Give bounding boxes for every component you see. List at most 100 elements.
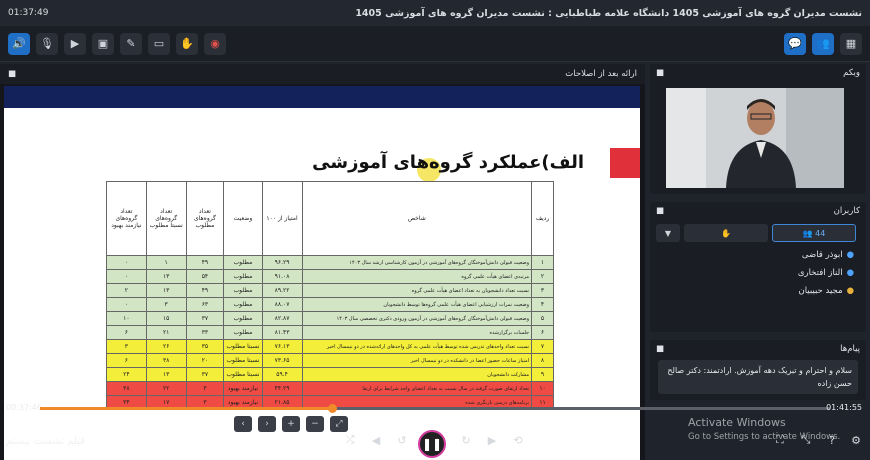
count-poor-cell: ۱۰: [106, 311, 147, 326]
indicator-cell: وضعیت قبولی دانش‌آموختگان گروه‌های آموزش…: [301, 255, 533, 270]
webcam-video: [666, 88, 844, 188]
row-number: ۵: [531, 311, 554, 326]
pen-icon[interactable]: ✎: [120, 32, 142, 55]
row-number: ۶: [531, 325, 554, 340]
raised-hands-tab[interactable]: ✋: [684, 224, 768, 242]
zoom-out-icon[interactable]: −: [306, 416, 324, 432]
user-name: ابوذر قاضی: [801, 250, 843, 260]
score-cell: ۸۸.۰۷: [261, 297, 303, 312]
header-score: امتیاز از ۱۰۰: [261, 181, 303, 256]
user-item[interactable]: ابوذر قاضی ●: [650, 246, 866, 264]
hand-icon: ✋: [721, 228, 731, 238]
indicator-cell: وضعیت نمرات ارزشیابی اعضای هیأت علمی گرو…: [301, 297, 533, 312]
pause-button[interactable]: ❚❚: [418, 430, 446, 458]
filter-icon[interactable]: ▼: [656, 224, 680, 242]
mic-muted-icon[interactable]: 🎙: [36, 32, 58, 55]
skip-forward-icon[interactable]: ▶: [482, 430, 502, 450]
table-row: ۷ نسبت تعداد واحدهای تدریس شده توسط هیأت …: [106, 339, 554, 354]
row-number: ۸: [531, 353, 554, 368]
all-users-tab[interactable]: 👥 44: [772, 224, 856, 242]
panel-dot-icon: ■: [656, 344, 665, 354]
presentation-header: ■ ارائه بعد از اصلاحات: [0, 64, 645, 84]
row-number: ۳: [531, 283, 554, 298]
count-poor-cell: ۳: [106, 339, 147, 354]
count-poor-cell: ۲۴: [106, 367, 147, 382]
user-item[interactable]: مجید حبیبیان ●: [650, 282, 866, 300]
indicator-cell: وضعیت قبولی دانش‌آموختگان گروه‌های آموزش…: [301, 311, 533, 326]
table-row: ۲ مرتبه‌ی اعضای هیأت علمی گروه ۹۱.۰۸ مطلوب ۵…: [106, 269, 554, 284]
table-row: ۸ امتیاز ساعات حضور اعضا در دانشکده در دو…: [106, 353, 554, 368]
repeat-icon[interactable]: ⟲: [508, 430, 528, 450]
volume-icon[interactable]: 🔊: [8, 32, 30, 55]
count-good-cell: ۳۵: [185, 339, 225, 354]
count-good-cell: ۶۳: [185, 297, 225, 312]
progress-bar[interactable]: [40, 404, 830, 413]
screen-share-icon[interactable]: ▣: [92, 32, 114, 55]
row-number: ۱۰: [531, 381, 554, 396]
status-cell: مطلوب: [223, 283, 263, 298]
webcam-panel: ■ وبکم: [650, 64, 866, 194]
header-status: وضعیت: [223, 181, 263, 256]
webcam-title: وبکم: [843, 68, 860, 78]
count-good-cell: ۳: [185, 381, 225, 396]
count-fair-cell: ۲۶: [145, 339, 187, 354]
row-number: ۴: [531, 297, 554, 312]
slide-top-band: [4, 86, 640, 108]
speaker-video-frame: [666, 88, 844, 188]
indicator-cell: مرتبه‌ی اعضای هیأت علمی گروه: [301, 269, 533, 284]
progress-handle[interactable]: [328, 404, 338, 413]
status-cell: مطلوب: [223, 311, 263, 326]
shuffle-icon[interactable]: ⤮: [340, 430, 360, 450]
chat-message: سلام و احترام و تبریک دهه آموزش. ارادتمن…: [658, 360, 858, 394]
user-icon: ●: [846, 268, 854, 278]
status-cell: مطلوب: [223, 297, 263, 312]
zoom-in-icon[interactable]: +: [282, 416, 300, 432]
indicator-cell: جلسات برگزارشده: [301, 325, 533, 340]
count-good-cell: ۳۳: [185, 325, 225, 340]
count-fair-cell: ۱۳: [145, 283, 187, 298]
count-poor-cell: ۰: [106, 297, 147, 312]
users-icon[interactable]: 👥: [812, 32, 834, 55]
camera-off-icon[interactable]: ▶: [64, 32, 86, 55]
score-cell: ۸۹.۲۲: [261, 283, 303, 298]
hand-icon[interactable]: ✋: [176, 32, 198, 55]
score-cell: ۸۱.۴۳: [261, 325, 303, 340]
total-time: 01:41:55: [826, 403, 862, 412]
grid-icon[interactable]: ▦: [840, 32, 862, 55]
eraser-icon[interactable]: ▭: [148, 32, 170, 55]
count-good-cell: ۳۷: [185, 311, 225, 326]
elapsed-time: 00:37:46: [6, 403, 42, 412]
users-tabs: ▼ ✋ 👥 44: [650, 220, 866, 246]
rewind-icon[interactable]: ↺: [392, 430, 412, 450]
header-count-fair: تعداد گروه‌های نسبتا مطلوب: [145, 181, 187, 256]
header-row-no: ردیف: [531, 181, 554, 256]
user-name: مجید حبیبیان: [798, 286, 843, 296]
status-cell: نسبتا مطلوب: [223, 339, 263, 354]
score-cell: ۷۳.۶۵: [261, 353, 303, 368]
row-number: ۷: [531, 339, 554, 354]
slide-title: الف)عملکرد گروه‌های آموزشی: [312, 152, 584, 173]
users-header: ■ کاربران: [650, 202, 866, 220]
panel-dot-icon: ■: [656, 206, 665, 216]
count-fair-cell: ۲۱: [145, 325, 187, 340]
users-icon: 👥: [802, 228, 816, 238]
chevron-right-icon[interactable]: ›: [258, 416, 276, 432]
window-title: نشست مدیران گروه های آموزشی 1405 دانشگاه…: [355, 7, 862, 19]
forward-icon[interactable]: ↻: [456, 430, 476, 450]
count-fair-cell: ۱۳: [145, 367, 187, 382]
clock: 01:37:49: [8, 8, 49, 18]
chat-icon[interactable]: 💬: [784, 32, 806, 55]
settings-icon[interactable]: ⚙: [846, 430, 866, 450]
header-indicator: شاخص: [301, 181, 533, 256]
indicator-cell: نسبت تعداد دانشجویان به تعداد اعضای هیأت…: [301, 283, 533, 298]
user-item[interactable]: الناز افتخاری ●: [650, 264, 866, 282]
skip-back-icon[interactable]: ◀: [366, 430, 386, 450]
count-poor-cell: ۶: [106, 325, 147, 340]
chevron-left-icon[interactable]: ‹: [234, 416, 252, 432]
count-fair-cell: ۲۲: [145, 381, 187, 396]
header-count-poor: تعداد گروه‌های نیازمند بهبود: [106, 181, 147, 256]
status-cell: نیازمند بهبود: [223, 381, 263, 396]
panel-dot-icon: ■: [8, 69, 17, 79]
record-icon[interactable]: ◉: [204, 32, 226, 55]
count-poor-cell: ۲: [106, 283, 147, 298]
